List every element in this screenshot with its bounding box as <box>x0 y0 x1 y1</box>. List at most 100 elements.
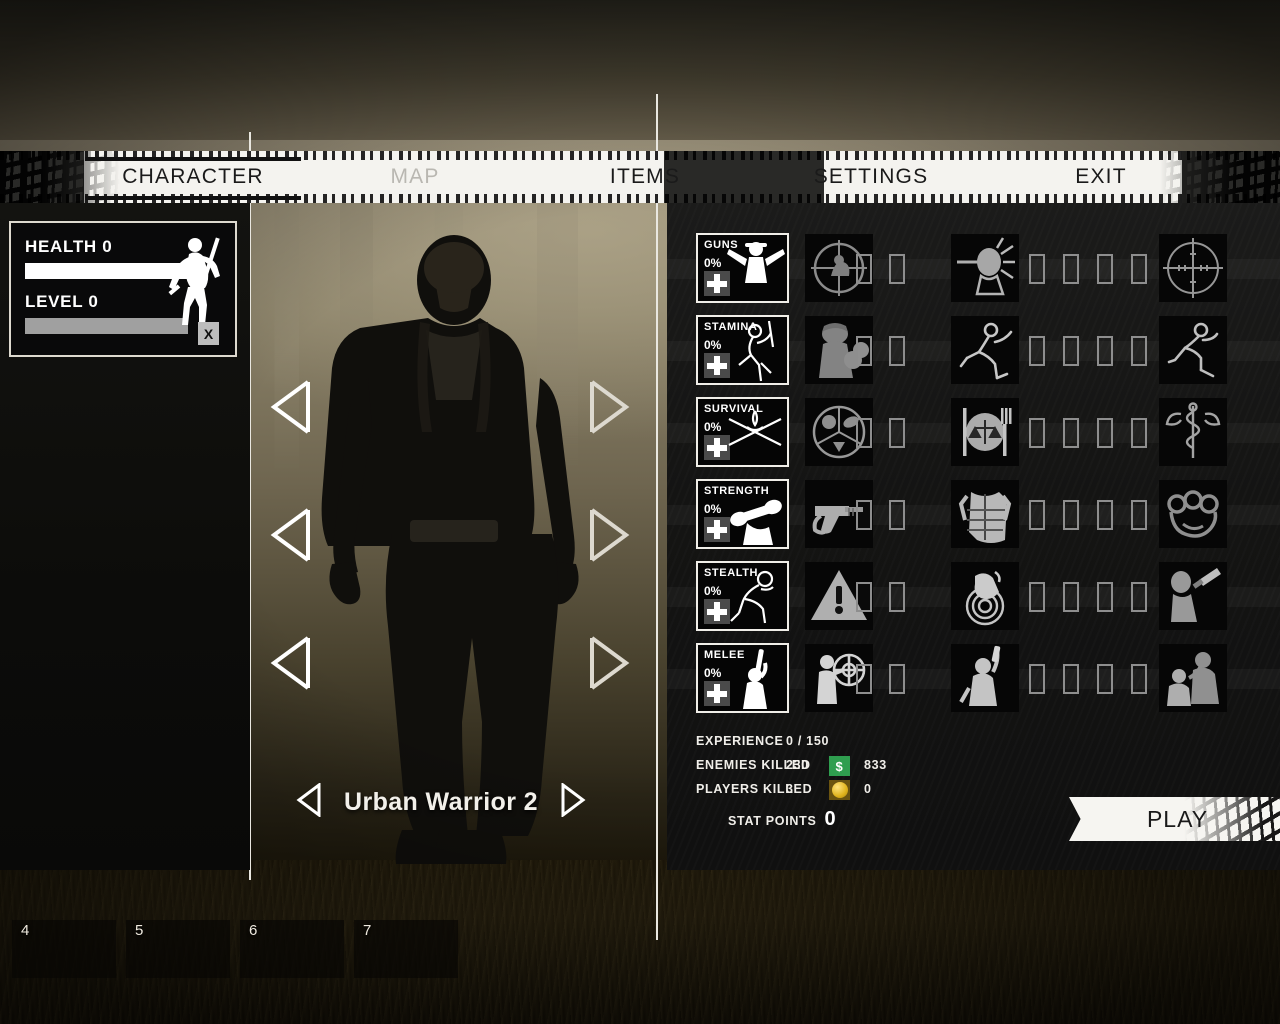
locked-perk-slot[interactable] <box>856 336 872 366</box>
perk-icon-crosshair-reticle[interactable] <box>1159 234 1227 302</box>
locked-perk-slot[interactable] <box>1029 500 1045 530</box>
stat-experience: EXPERIENCE 0 / 150 <box>696 732 1036 756</box>
stat-players-killed: PLAYERS KILLED 3 0 <box>696 780 1036 804</box>
locked-perk-slot[interactable] <box>1131 500 1147 530</box>
locked-perk-slot[interactable] <box>889 254 905 284</box>
locked-perk-slot[interactable] <box>856 254 872 284</box>
locked-perk-slot[interactable] <box>1097 336 1113 366</box>
nav-tab-map[interactable]: MAP <box>330 151 500 203</box>
play-button-label: PLAY <box>1146 805 1209 832</box>
locked-perk-slot[interactable] <box>856 418 872 448</box>
nav-tab-items[interactable]: ITEMS <box>560 151 730 203</box>
hotbar-slot-key: 4 <box>21 922 30 939</box>
locked-perk-slot[interactable] <box>1097 254 1113 284</box>
locked-perk-slot[interactable] <box>889 418 905 448</box>
skill-art-icon <box>725 483 787 547</box>
gold-coin-icon <box>829 780 850 800</box>
money-icon: $ <box>829 756 850 776</box>
skill-row-melee: MELEE 0% <box>667 643 1280 715</box>
skill-art-icon <box>725 647 787 711</box>
locked-perk-slot[interactable] <box>856 664 872 694</box>
locked-perk-slot[interactable] <box>856 500 872 530</box>
locked-perk-slot[interactable] <box>1131 254 1147 284</box>
skill-row-guns: GUNS 0% <box>667 233 1280 305</box>
perk-icon-diet-balance[interactable] <box>951 398 1019 466</box>
skill-card-stamina[interactable]: STAMINA 0% <box>696 315 789 385</box>
skill-card-strength[interactable]: STRENGTH 0% <box>696 479 789 549</box>
enemies-killed-value: 230 <box>786 758 809 772</box>
perk-icon-club-swing[interactable] <box>951 644 1019 712</box>
main-nav-bar: CHARACTER MAP ITEMS SETTINGS EXIT <box>0 151 1280 203</box>
stat-points-row: STAT POINTS 0 <box>728 808 836 831</box>
hotbar-slot-key: 6 <box>249 922 258 939</box>
nav-tab-character[interactable]: CHARACTER <box>85 151 301 203</box>
locked-perk-slot[interactable] <box>1131 664 1147 694</box>
perk-icon-headshot[interactable] <box>951 234 1019 302</box>
perk-icon-armor-vest[interactable] <box>951 480 1019 548</box>
close-status-button[interactable]: X <box>198 322 219 345</box>
perk-icon-grapple-takedown[interactable] <box>1159 644 1227 712</box>
perk-icon-leaping-runner[interactable] <box>951 316 1019 384</box>
locked-perk-slot[interactable] <box>889 664 905 694</box>
locked-perk-slot[interactable] <box>1063 582 1079 612</box>
locked-perk-slot[interactable] <box>1097 582 1113 612</box>
nav-tab-settings[interactable]: SETTINGS <box>786 151 956 203</box>
preview-next-arrow-bottom[interactable] <box>588 634 632 692</box>
locked-perk-slot[interactable] <box>889 336 905 366</box>
right-divider-line <box>656 94 658 940</box>
locked-perk-slot[interactable] <box>1097 664 1113 694</box>
locked-perk-slot[interactable] <box>1063 254 1079 284</box>
nav-tab-exit[interactable]: EXIT <box>1016 151 1186 203</box>
skill-row-survival: SURVIVAL 0% <box>667 397 1280 469</box>
locked-perk-slot[interactable] <box>1029 336 1045 366</box>
locked-perk-slot[interactable] <box>1029 418 1045 448</box>
stat-enemies-killed: ENEMIES KILLED 230 $ 833 <box>696 756 1036 780</box>
perk-icon-brass-knuckles[interactable] <box>1159 480 1227 548</box>
skill-card-stealth[interactable]: STEALTH 0% <box>696 561 789 631</box>
skill-percent-label: 0% <box>704 338 722 352</box>
locked-perk-slot[interactable] <box>1131 418 1147 448</box>
locked-perk-slot[interactable] <box>1097 418 1113 448</box>
locked-perk-slot[interactable] <box>1063 500 1079 530</box>
hotbar-slot-7[interactable]: 7 <box>354 920 458 978</box>
play-button[interactable]: PLAY <box>1069 797 1280 841</box>
character-next-button[interactable] <box>560 781 586 822</box>
skill-percent-label: 0% <box>704 502 722 516</box>
locked-perk-slot[interactable] <box>889 500 905 530</box>
skill-art-icon <box>725 237 787 301</box>
locked-perk-slot[interactable] <box>1131 336 1147 366</box>
locked-perk-slot[interactable] <box>1097 500 1113 530</box>
locked-perk-slot[interactable] <box>1029 254 1045 284</box>
skill-percent-label: 0% <box>704 584 722 598</box>
locked-perk-slot[interactable] <box>889 582 905 612</box>
skill-card-melee[interactable]: MELEE 0% <box>696 643 789 713</box>
skill-card-survival[interactable]: SURVIVAL 0% <box>696 397 789 467</box>
hotbar-slot-5[interactable]: 5 <box>126 920 230 978</box>
preview-next-arrow-mid[interactable] <box>588 506 632 564</box>
locked-perk-slot[interactable] <box>1063 664 1079 694</box>
experience-value: 0 / 150 <box>786 734 830 748</box>
locked-perk-slot[interactable] <box>1029 664 1045 694</box>
player-stats: EXPERIENCE 0 / 150 ENEMIES KILLED 230 $ … <box>696 732 1036 804</box>
character-prev-button[interactable] <box>296 781 322 822</box>
preview-next-arrow-top[interactable] <box>588 378 632 436</box>
player-silhouette-icon <box>159 233 225 328</box>
perk-icon-caduceus-medical[interactable] <box>1159 398 1227 466</box>
preview-prev-arrow-top[interactable] <box>268 378 312 436</box>
perk-icon-sprinting-runner[interactable] <box>1159 316 1227 384</box>
perk-icon-backstab-knife[interactable] <box>1159 562 1227 630</box>
locked-perk-slot[interactable] <box>1029 582 1045 612</box>
locked-perk-slot[interactable] <box>1063 418 1079 448</box>
status-box: HEALTH 0 LEVEL 0 X <box>9 221 237 357</box>
hotbar-slot-4[interactable]: 4 <box>12 920 116 978</box>
preview-prev-arrow-bottom[interactable] <box>268 634 312 692</box>
skill-art-icon <box>725 401 787 465</box>
locked-perk-slot[interactable] <box>1131 582 1147 612</box>
perk-icon-silent-footstep[interactable] <box>951 562 1019 630</box>
locked-perk-slot[interactable] <box>1063 336 1079 366</box>
skill-card-guns[interactable]: GUNS 0% <box>696 233 789 303</box>
locked-perk-slot[interactable] <box>856 582 872 612</box>
preview-prev-arrow-mid[interactable] <box>268 506 312 564</box>
hotbar-slot-6[interactable]: 6 <box>240 920 344 978</box>
character-selector: Urban Warrior 2 <box>296 780 586 824</box>
